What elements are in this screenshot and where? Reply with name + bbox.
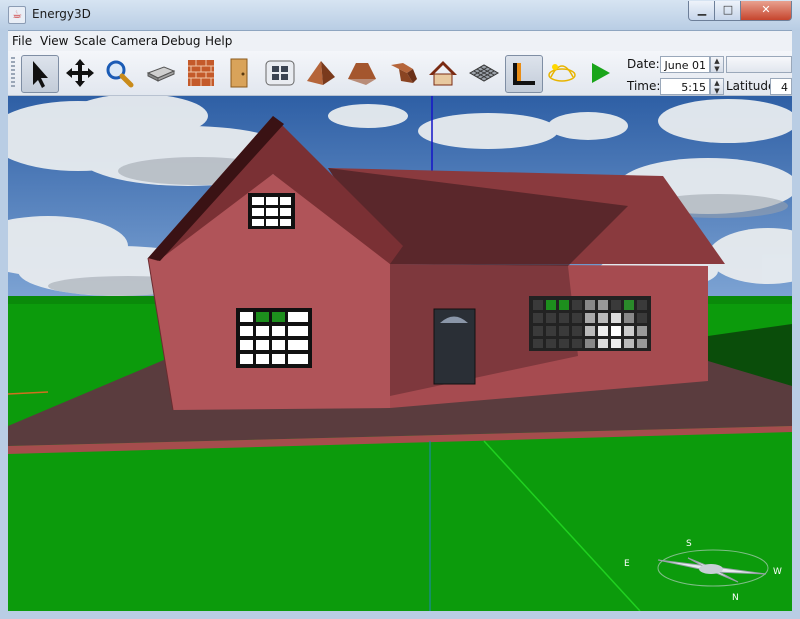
menu-bar: File View Scale Camera Debug Help <box>8 31 792 51</box>
shadow-icon <box>513 63 535 85</box>
arrow-cursor-icon <box>33 61 48 88</box>
compass-s: S <box>686 539 692 549</box>
zoom-tool[interactable] <box>102 56 136 90</box>
play-icon <box>592 63 610 83</box>
shadow-toggle[interactable] <box>505 55 543 93</box>
time-label: Time: <box>627 79 661 93</box>
select-tool[interactable] <box>21 55 59 93</box>
hip-roof-tool[interactable] <box>345 56 379 90</box>
menu-view[interactable]: View <box>40 34 68 48</box>
date-spinner[interactable]: ▲ ▼ <box>710 56 724 73</box>
menu-file[interactable]: File <box>12 34 32 48</box>
sun-path-toggle[interactable] <box>545 56 579 90</box>
menu-debug[interactable]: Debug <box>161 34 200 48</box>
wall-tool[interactable] <box>184 56 218 90</box>
window-tool[interactable] <box>263 56 297 90</box>
custom-roof-tool[interactable] <box>386 56 420 90</box>
menu-scale[interactable]: Scale <box>74 34 106 48</box>
window-frame-right <box>792 30 800 619</box>
foundation-icon <box>146 66 176 82</box>
latitude-field[interactable]: 4 <box>770 78 792 95</box>
door-icon <box>230 58 248 88</box>
scene-canvas[interactable]: S E N W <box>8 96 792 611</box>
right-window <box>529 296 651 351</box>
date-label: Date: <box>627 57 660 71</box>
compass-w: W <box>773 567 782 577</box>
minimize-button[interactable]: ▁ <box>688 1 716 21</box>
sun-path-icon <box>548 64 576 82</box>
floor-tool[interactable] <box>467 56 501 90</box>
floor-grid-icon <box>468 64 500 82</box>
compass-n: N <box>732 593 739 603</box>
toolbar: Date: June 01 ▲ ▼ Time: 5:15 ▲ ▼ Latitude:… <box>8 51 792 96</box>
magnifier-icon <box>106 60 134 88</box>
java-app-icon: ☕ <box>8 6 26 24</box>
play-sun-button[interactable] <box>584 56 618 90</box>
window-frame-left <box>0 30 8 619</box>
time-field[interactable]: 5:15 <box>660 78 710 95</box>
window-icon <box>265 60 295 86</box>
menu-camera[interactable]: Camera <box>111 34 158 48</box>
date-slider[interactable] <box>726 56 792 73</box>
pyramid-roof-icon <box>307 61 335 85</box>
window-frame-bottom <box>0 611 800 619</box>
toolbar-grip[interactable] <box>11 57 15 89</box>
close-button[interactable]: ✕ <box>740 1 792 21</box>
window-title: Energy3D <box>32 7 91 21</box>
maximize-button[interactable]: □ <box>714 1 742 21</box>
move-arrows-icon <box>66 59 94 87</box>
date-field[interactable]: June 01 <box>660 56 710 73</box>
time-spinner[interactable]: ▲ ▼ <box>710 78 724 95</box>
3d-viewport[interactable]: S E N W <box>8 96 792 611</box>
gable-roof-icon <box>429 61 457 86</box>
menu-help[interactable]: Help <box>205 34 232 48</box>
gable-roof-tool[interactable] <box>426 56 460 90</box>
title-bar: ☕ Energy3D ▁ □ ✕ <box>0 0 800 31</box>
custom-roof-icon <box>391 63 417 83</box>
pyramid-roof-tool[interactable] <box>304 56 338 90</box>
upper-window <box>248 193 295 229</box>
compass-e: E <box>624 559 630 569</box>
move-tool[interactable] <box>63 56 97 90</box>
brick-wall-icon <box>188 60 214 86</box>
foundation-tool[interactable] <box>144 56 178 90</box>
hip-roof-icon <box>348 63 376 85</box>
door-tool[interactable] <box>222 56 256 90</box>
lower-left-window <box>236 308 312 368</box>
